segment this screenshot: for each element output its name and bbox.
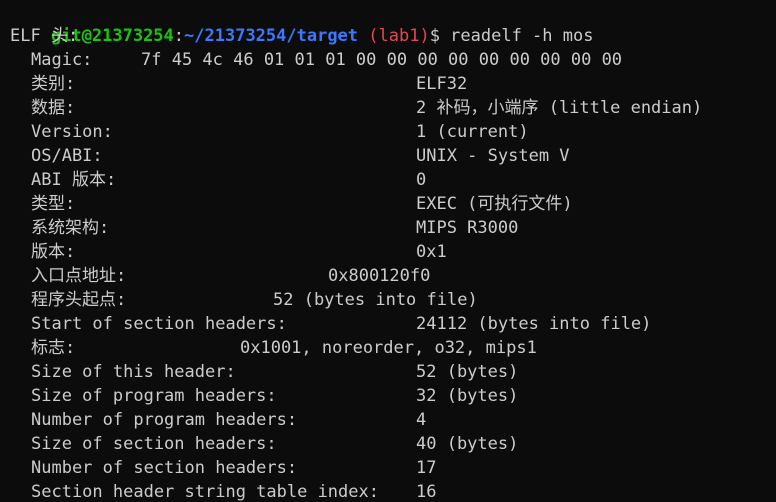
row-value: 16 <box>416 482 437 502</box>
row-data: 数据: 2 补码，小端序 (little endian) <box>10 96 776 120</box>
terminal-window[interactable]: git@21373254:~/21373254/target (lab1)$ r… <box>0 0 776 502</box>
row-entry-point: 入口点地址: 0x800120f0 <box>10 264 776 288</box>
row-string-table-index: Section header string table index: 16 <box>10 480 776 502</box>
row-value: EXEC (可执行文件) <box>416 194 573 214</box>
row-magic: Magic: 7f 45 4c 46 01 01 01 00 00 00 00 … <box>10 48 776 72</box>
row-value: 17 <box>416 458 437 478</box>
row-version: Version: 1 (current) <box>10 120 776 144</box>
row-value: 32 (bytes) <box>416 386 519 406</box>
row-value: 7f 45 4c 46 01 01 01 00 00 00 00 00 00 0… <box>141 50 623 70</box>
row-value: 52 (bytes) <box>416 362 519 382</box>
row-flags: 标志: 0x1001, noreorder, o32, mips1 <box>10 336 776 360</box>
row-label: Size of program headers: <box>31 386 277 406</box>
row-value: 1 (current) <box>416 122 529 142</box>
row-label: ABI 版本: <box>31 170 117 190</box>
row-value: MIPS R3000 <box>416 218 519 238</box>
row-label: 入口点地址: <box>31 266 127 286</box>
row-value: 0 <box>416 170 427 190</box>
row-label: Magic: <box>31 50 93 70</box>
row-value: 0x800120f0 <box>328 266 431 286</box>
row-abi-version: ABI 版本: 0 <box>10 168 776 192</box>
row-program-header-count: Number of program headers: 4 <box>10 408 776 432</box>
row-program-header-size: Size of program headers: 32 (bytes) <box>10 384 776 408</box>
row-label: 标志: <box>31 338 76 358</box>
row-label: Start of section headers: <box>31 314 287 334</box>
row-value: 4 <box>416 410 427 430</box>
row-label: Version: <box>31 122 113 142</box>
row-machine: 系统架构: MIPS R3000 <box>10 216 776 240</box>
row-class: 类别: ELF32 <box>10 72 776 96</box>
prompt-line: git@21373254:~/21373254/target (lab1)$ r… <box>10 0 776 46</box>
elf-header-title: ELF 头: <box>10 26 79 46</box>
row-header-size: Size of this header: 52 (bytes) <box>10 360 776 384</box>
row-label: 类型: <box>31 194 76 214</box>
row-value: UNIX - System V <box>416 146 570 166</box>
row-program-headers-start: 程序头起点: 52 (bytes into file) <box>10 288 776 312</box>
row-value: 0x1 <box>416 242 447 262</box>
row-value: 2 补码，小端序 (little endian) <box>416 98 703 118</box>
row-file-version: 版本: 0x1 <box>10 240 776 264</box>
row-label: OS/ABI: <box>31 146 103 166</box>
row-value: 24112 (bytes into file) <box>416 314 652 334</box>
row-label: 类别: <box>31 74 76 94</box>
row-value: ELF32 <box>416 74 468 94</box>
row-os-abi: OS/ABI: UNIX - System V <box>10 144 776 168</box>
row-value: 40 (bytes) <box>416 434 519 454</box>
row-label: 系统架构: <box>31 218 110 238</box>
row-section-headers-start: Start of section headers: 24112 (bytes i… <box>10 312 776 336</box>
row-label: Number of section headers: <box>31 458 298 478</box>
row-label: Size of section headers: <box>31 434 277 454</box>
row-label: Number of program headers: <box>31 410 298 430</box>
row-value: 52 (bytes into file) <box>273 290 478 310</box>
row-label: Section header string table index: <box>31 482 379 502</box>
row-type: 类型: EXEC (可执行文件) <box>10 192 776 216</box>
row-label: 数据: <box>31 98 76 118</box>
row-label: 程序头起点: <box>31 290 127 310</box>
row-label: Size of this header: <box>31 362 236 382</box>
row-section-header-size: Size of section headers: 40 (bytes) <box>10 432 776 456</box>
row-label: 版本: <box>31 242 76 262</box>
row-value: 0x1001, noreorder, o32, mips1 <box>240 338 537 358</box>
row-section-header-count: Number of section headers: 17 <box>10 456 776 480</box>
